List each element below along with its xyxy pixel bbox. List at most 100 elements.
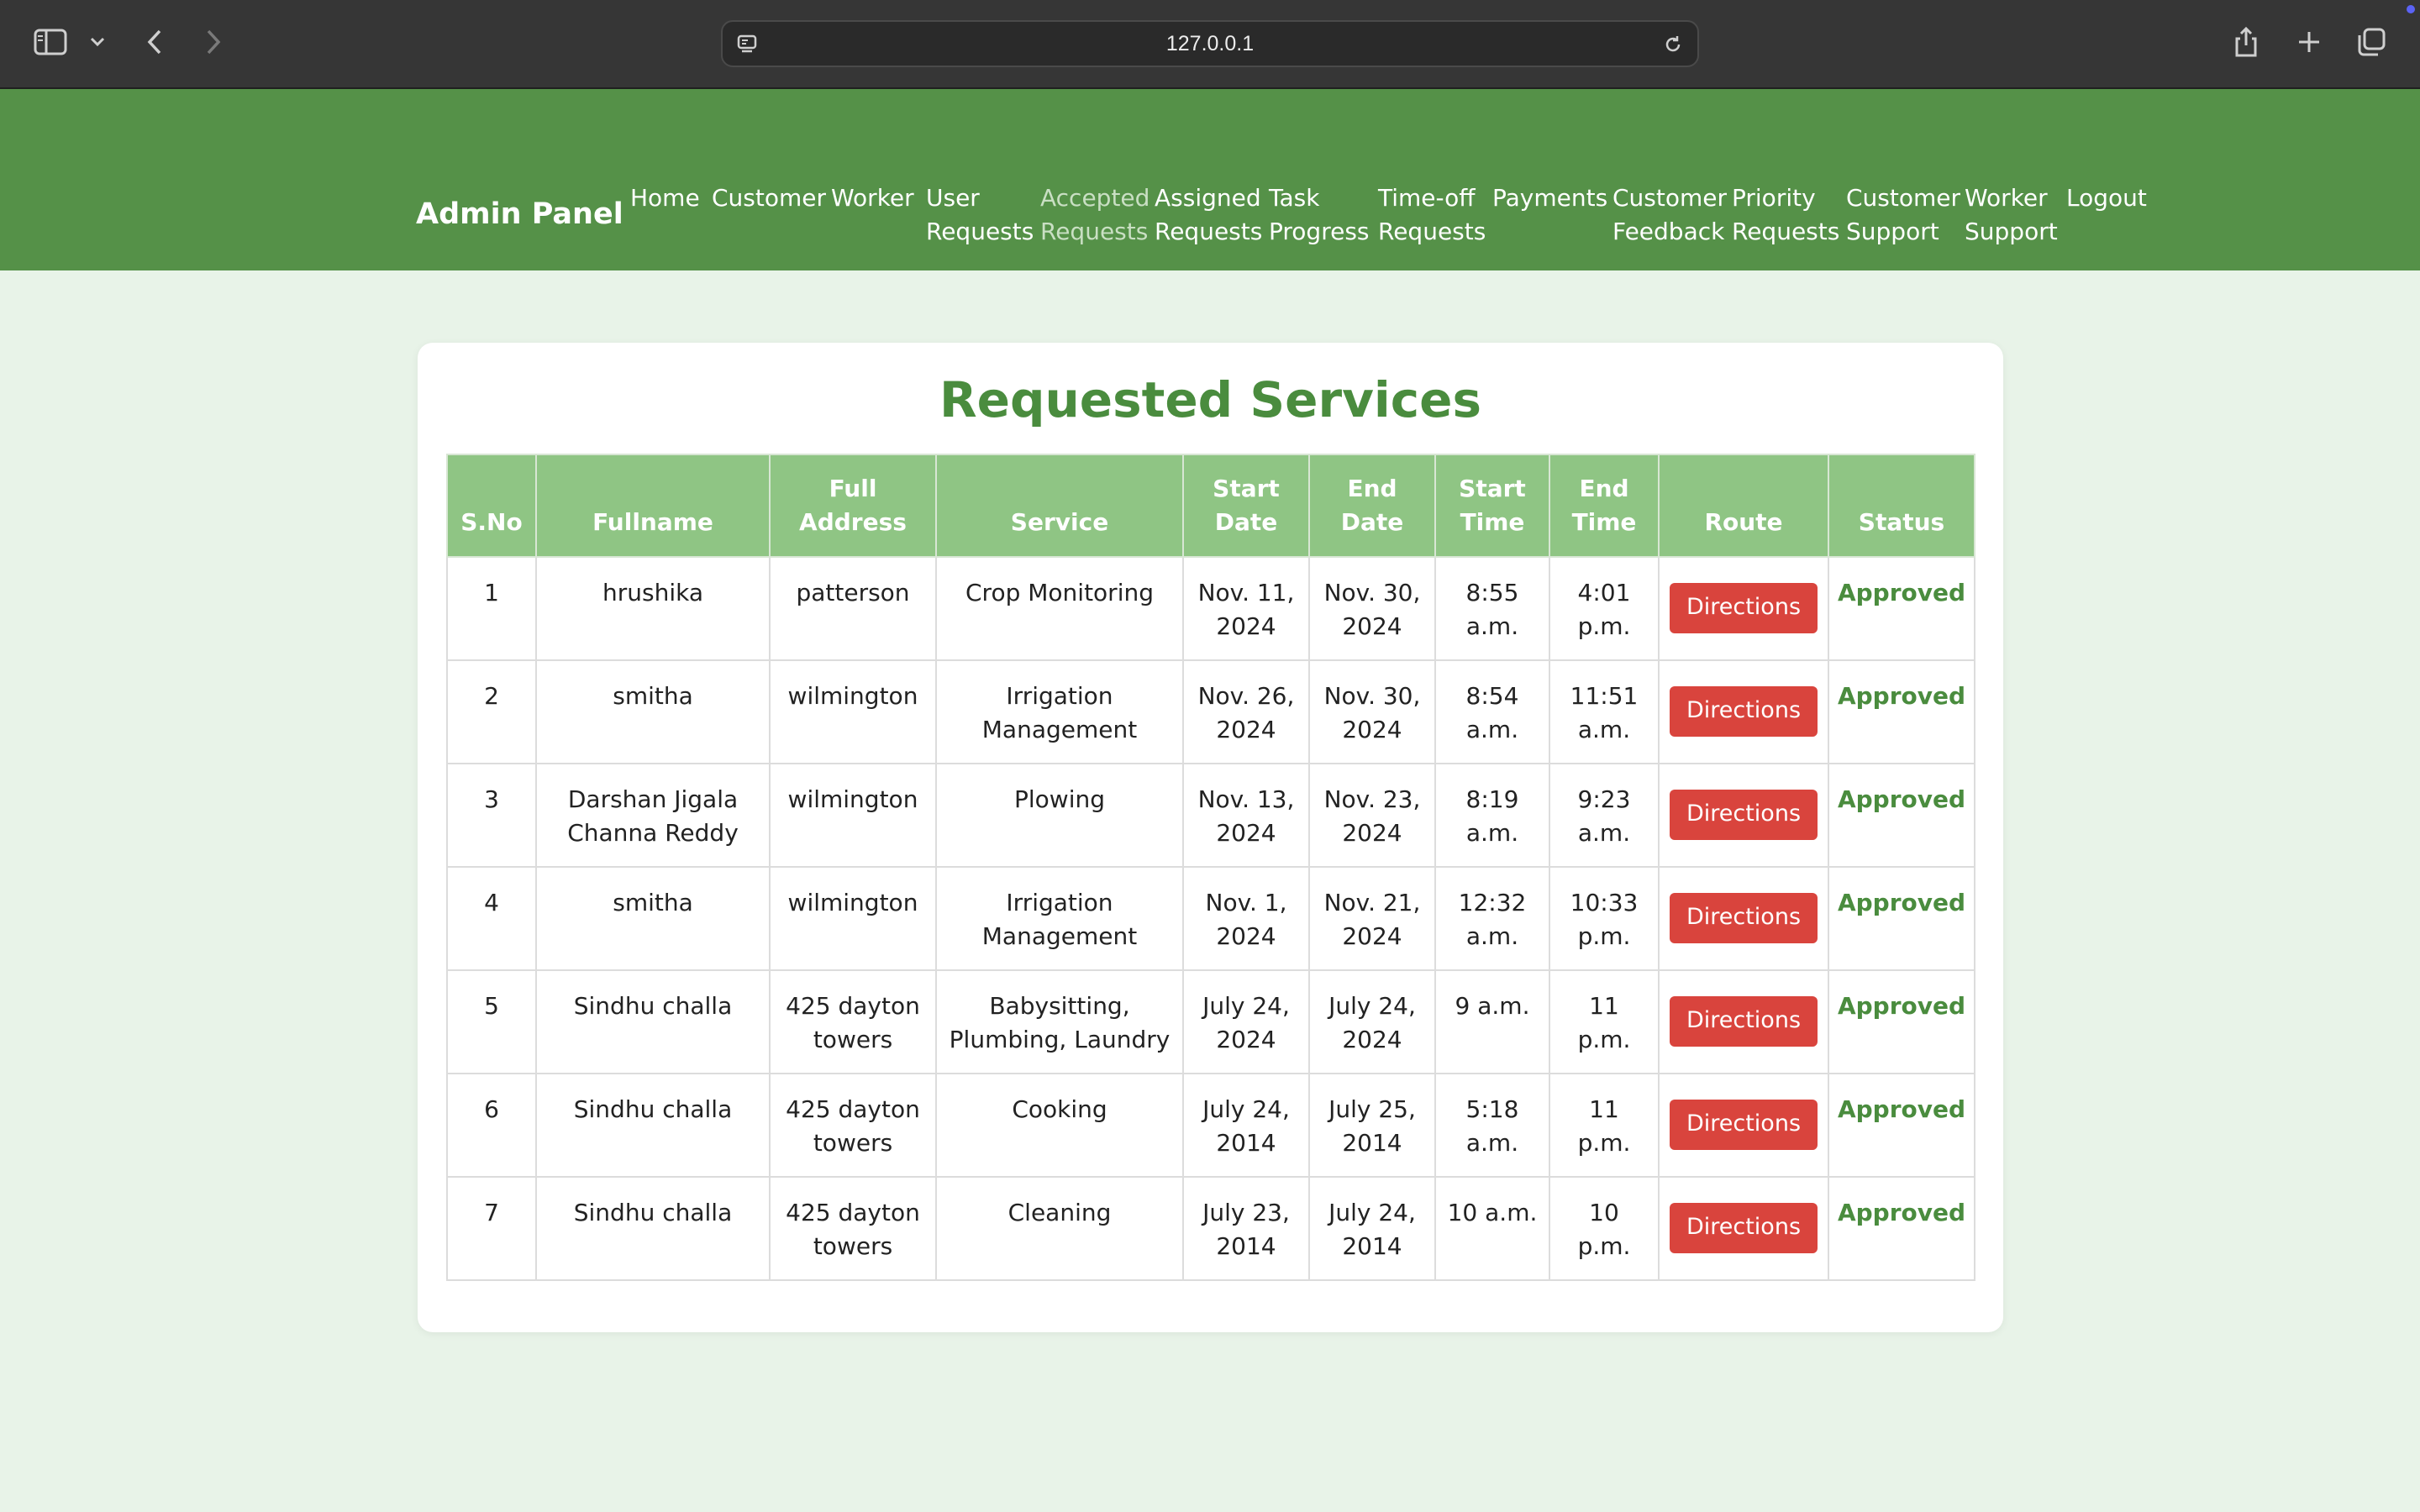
nav-assigned-requests[interactable]: Assigned Requests — [1155, 181, 1262, 249]
cell-address-line: wilmington — [787, 682, 918, 710]
cell-end-date-line: 2024 — [1342, 1026, 1402, 1053]
cell-sno-text: 1 — [484, 579, 499, 606]
cell-start-date-line: 2024 — [1216, 922, 1276, 950]
cell-status: Approved — [1828, 1176, 1975, 1281]
cell-end-date-line: Nov. 30, — [1323, 579, 1421, 606]
cell-sno: 1 — [446, 556, 537, 661]
cell-service-line: Plumbing, Laundry — [949, 1026, 1171, 1053]
cell-service: Cooking — [935, 1073, 1184, 1178]
nav-logout[interactable]: Logout — [2066, 181, 2147, 215]
address-bar[interactable]: 127.0.0.1 — [721, 20, 1699, 67]
cell-start-time-line: a.m. — [1465, 819, 1519, 847]
cell-start-date-line: Nov. 26, — [1197, 682, 1295, 710]
status-badge: Approved — [1837, 579, 1966, 606]
header-route[interactable]: Route — [1658, 454, 1829, 558]
cell-route: Directions — [1658, 1073, 1829, 1178]
forward-arrow-icon[interactable] — [198, 27, 229, 57]
directions-button[interactable]: Directions — [1669, 893, 1818, 943]
cell-start-time: 5:18 a.m. — [1434, 1073, 1550, 1178]
share-icon[interactable] — [2231, 24, 2261, 60]
directions-button[interactable]: Directions — [1669, 790, 1818, 840]
cell-start-time-line: a.m. — [1465, 1129, 1519, 1157]
status-badge: Approved — [1837, 992, 1966, 1020]
cell-sno-text: 2 — [484, 682, 499, 710]
nav-home[interactable]: Home — [630, 181, 700, 215]
header-service[interactable]: Service — [935, 454, 1184, 558]
reload-icon[interactable] — [1660, 32, 1686, 57]
cell-end-date: July 24, 2014 — [1308, 1176, 1436, 1281]
cell-start-date: July 24, 2014 — [1182, 1073, 1310, 1178]
cell-service-line: Irrigation — [1006, 889, 1113, 916]
cell-start-time-line: a.m. — [1465, 612, 1519, 640]
header-end-time[interactable]: End Time — [1549, 454, 1660, 558]
nav-priority-requests[interactable]: Priority Requests — [1732, 181, 1839, 249]
cell-start-time: 8:54 a.m. — [1434, 659, 1550, 764]
tab-overview-icon[interactable] — [2354, 25, 2388, 59]
header-status[interactable]: Status — [1828, 454, 1975, 558]
header-fullname[interactable]: Fullname — [535, 454, 771, 558]
cell-fullname-line: smitha — [613, 889, 693, 916]
header-start-date[interactable]: Start Date — [1182, 454, 1310, 558]
plus-icon[interactable] — [2294, 27, 2324, 57]
directions-button[interactable]: Directions — [1669, 686, 1818, 737]
cell-start-date-line: 2014 — [1216, 1232, 1276, 1260]
cell-address-line: wilmington — [787, 889, 918, 916]
cell-address-line: 425 dayton — [786, 992, 920, 1020]
cell-service: Irrigation Management — [935, 659, 1184, 764]
cell-start-time: 10 a.m. — [1434, 1176, 1550, 1281]
back-arrow-icon[interactable] — [139, 27, 170, 57]
cell-end-date-line: Nov. 23, — [1323, 785, 1421, 813]
cell-start-date-line: Nov. 13, — [1197, 785, 1295, 813]
cell-start-date-line: 2014 — [1216, 1129, 1276, 1157]
nav-time-off-requests[interactable]: Time-off Requests — [1378, 181, 1486, 249]
table-row: 4 smitha wilmington Irrigation Management Nov… — [446, 866, 1975, 971]
cell-service-line: Plowing — [1014, 785, 1105, 813]
directions-button[interactable]: Directions — [1669, 996, 1818, 1047]
cell-fullname: Sindhu challa — [535, 969, 771, 1074]
cell-start-time-line: 8:55 — [1465, 579, 1519, 606]
cell-end-date-line: July 25, — [1328, 1095, 1416, 1123]
cell-address-line: towers — [813, 1232, 893, 1260]
cell-end-date: Nov. 30, 2024 — [1308, 556, 1436, 661]
nav-payments[interactable]: Payments — [1492, 181, 1607, 215]
cell-fullname-line: Channa Reddy — [567, 819, 739, 847]
cell-end-date-line: 2024 — [1342, 716, 1402, 743]
nav-worker[interactable]: Worker — [831, 181, 914, 215]
table-row: 7 Sindhu challa 425 dayton towers Cleaning Ju… — [446, 1176, 1975, 1281]
cell-sno: 4 — [446, 866, 537, 971]
nav-customer-feedback[interactable]: Customer Feedback — [1612, 181, 1727, 249]
header-start-time[interactable]: Start Time — [1434, 454, 1550, 558]
chevron-down-icon[interactable] — [87, 32, 108, 52]
cell-end-date: Nov. 30, 2024 — [1308, 659, 1436, 764]
table-header-row: S.No Fullname Full Address Service Start D… — [446, 454, 1975, 558]
cell-end-time: 11:51 a.m. — [1549, 659, 1660, 764]
nav-customer-support[interactable]: Customer Support — [1846, 181, 1960, 249]
cell-start-date-line: Nov. 11, — [1197, 579, 1295, 606]
url-text: 127.0.0.1 — [1165, 31, 1255, 55]
sidebar-toggle-icon[interactable] — [32, 27, 69, 57]
page-title: Requested Services — [939, 371, 1482, 428]
cell-end-date-line: 2014 — [1342, 1232, 1402, 1260]
cell-address-line: 425 dayton — [786, 1095, 920, 1123]
table-row: 1 hrushika patterson Crop Monitoring Nov. 11… — [446, 556, 1975, 661]
cell-fullname: hrushika — [535, 556, 771, 661]
cell-status: Approved — [1828, 556, 1975, 661]
directions-button[interactable]: Directions — [1669, 1100, 1818, 1150]
nav-customer[interactable]: Customer — [712, 181, 826, 215]
status-badge: Approved — [1837, 682, 1966, 710]
directions-button[interactable]: Directions — [1669, 1203, 1818, 1253]
nav-task-progress[interactable]: Task Progress — [1269, 181, 1370, 249]
cell-address-line: patterson — [796, 579, 910, 606]
cell-service-line: Crop Monitoring — [965, 579, 1154, 606]
cell-end-time-line: 11 — [1589, 1095, 1619, 1123]
header-end-date[interactable]: End Date — [1308, 454, 1436, 558]
table-row: 5 Sindhu challa 425 dayton towers Babysittin… — [446, 969, 1975, 1074]
header-sno[interactable]: S.No — [446, 454, 537, 558]
nav-accepted-requests[interactable]: Accepted Requests — [1040, 181, 1150, 249]
directions-button[interactable]: Directions — [1669, 583, 1818, 633]
cell-end-time-line: 9:23 — [1577, 785, 1631, 813]
nav-user-requests[interactable]: User Requests — [926, 181, 1034, 249]
header-full-address[interactable]: Full Address — [769, 454, 937, 558]
status-badge: Approved — [1837, 785, 1966, 813]
nav-worker-support[interactable]: Worker Support — [1965, 181, 2058, 249]
